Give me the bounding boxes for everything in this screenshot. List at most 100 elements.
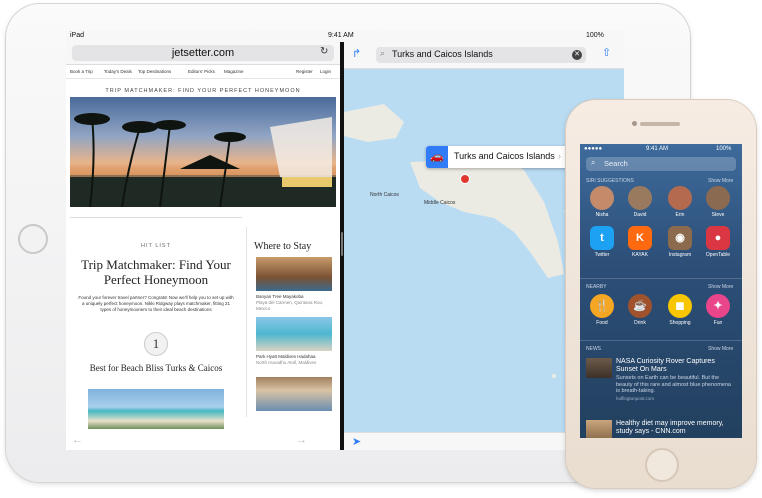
- nav-link[interactable]: Register: [296, 69, 313, 74]
- nearby-label: Shopping: [669, 320, 691, 326]
- split-view-handle[interactable]: [341, 232, 343, 256]
- maps-search-input[interactable]: ⌕ Turks and Caicos Islands ✕: [376, 47, 586, 63]
- signal-icon: ●●●●●: [584, 146, 603, 152]
- app-label: OpenTable: [705, 252, 731, 258]
- map-place-label: Middle Caicos: [424, 200, 456, 206]
- reload-icon[interactable]: ↻: [320, 46, 328, 57]
- news-header: NEWS: [586, 346, 601, 352]
- hotel-image[interactable]: [256, 317, 332, 351]
- news-description: Sunsets on Earth can be beautiful. But t…: [616, 375, 731, 394]
- show-more-button[interactable]: Show More: [708, 178, 733, 184]
- nav-link[interactable]: Today's Deals: [104, 69, 132, 74]
- app-label: KAYAK: [632, 252, 648, 258]
- iphone-home-button[interactable]: [645, 448, 679, 482]
- iphone-status-bar: ●●●●● 9:41 AM 100%: [580, 144, 742, 154]
- divider: [580, 340, 742, 341]
- nearby-header: NEARBY: [586, 284, 607, 290]
- maps-search-value: Turks and Caicos Islands: [392, 49, 493, 59]
- nav-link[interactable]: Top Destinations: [138, 69, 171, 74]
- directions-icon[interactable]: ↱: [352, 47, 361, 60]
- battery-percent: 100%: [716, 146, 732, 152]
- carousel-next-icon[interactable]: →: [296, 434, 307, 446]
- nav-link[interactable]: Login: [320, 69, 331, 74]
- app-opentable[interactable]: ● OpenTable: [702, 226, 734, 258]
- where-to-stay-column: Where to Stay Banyan Tree Mayakoba Playa…: [246, 217, 336, 417]
- contact-david[interactable]: David: [624, 186, 656, 218]
- location-arrow-icon[interactable]: ➤: [352, 435, 361, 448]
- search-icon: ⌕: [380, 48, 386, 58]
- battery-percent: 100%: [586, 32, 604, 39]
- safari-pane: ≡ jetsetter.com ↻ Book a Trip Today's De…: [66, 42, 340, 450]
- nearby-fun[interactable]: ✦ Fun: [702, 294, 734, 326]
- nav-link[interactable]: Magazine: [224, 69, 244, 74]
- hotel-image[interactable]: [256, 257, 332, 291]
- nearby-label: Fun: [713, 320, 723, 326]
- avatar: [706, 186, 730, 210]
- app-instagram[interactable]: ◉ Instagram: [664, 226, 696, 258]
- twitter-icon: t: [590, 226, 614, 250]
- contact-nisha[interactable]: Nisha: [586, 186, 618, 218]
- share-icon[interactable]: ⇧: [602, 46, 611, 59]
- nearby-label: Food: [596, 320, 608, 326]
- ticket-icon: ✦: [706, 294, 730, 318]
- nearby-shopping[interactable]: ◼ Shopping: [664, 294, 696, 326]
- search-placeholder: Search: [604, 159, 628, 168]
- divider: [580, 278, 742, 279]
- beach-image: [88, 389, 224, 429]
- url-field[interactable]: jetsetter.com: [72, 45, 334, 61]
- news-item[interactable]: Healthy diet may improve memory, study s…: [586, 420, 736, 438]
- contact-steve[interactable]: Steve: [702, 186, 734, 218]
- hero-image: [70, 97, 336, 207]
- page-banner: TRIP MATCHMAKER: FIND YOUR PERFECT HONEY…: [105, 88, 301, 94]
- ipad-home-button[interactable]: [18, 224, 48, 254]
- hotel-location: North Huvadhu Atoll, Maldives: [256, 360, 317, 365]
- callout-title: Turks and Caicos Islands: [454, 151, 555, 161]
- news-headline: NASA Curiosity Rover Captures Sunset On …: [616, 358, 715, 373]
- avatar: [628, 186, 652, 210]
- nav-link[interactable]: Editors' Picks: [188, 69, 215, 74]
- news-item[interactable]: NASA Curiosity Rover Captures Sunset On …: [586, 358, 736, 408]
- map-pin-icon[interactable]: [460, 174, 470, 184]
- status-time: 9:41 AM: [646, 146, 669, 152]
- app-label: Instagram: [668, 252, 692, 258]
- car-icon[interactable]: 🚗: [426, 146, 448, 168]
- map-place-label: North Caicos: [370, 192, 399, 198]
- contact-name: Steve: [711, 212, 725, 218]
- instagram-icon: ◉: [668, 226, 692, 250]
- nearby-food[interactable]: 🍴 Food: [586, 294, 618, 326]
- contact-name: Erin: [675, 212, 685, 218]
- search-icon: ⌕: [591, 158, 596, 167]
- app-kayak[interactable]: K KAYAK: [624, 226, 656, 258]
- hotel-name[interactable]: Banyan Tree Mayakoba: [256, 294, 332, 300]
- ipad-status-bar: iPad 9:41 AM 100%: [66, 30, 624, 42]
- list-item-heading: Best for Beach Bliss Turks & Caicos: [89, 363, 223, 373]
- spotlight-search-input[interactable]: ⌕ Search: [586, 157, 736, 171]
- contact-erin[interactable]: Erin: [664, 186, 696, 218]
- section-label: HIT LIST: [141, 243, 171, 249]
- article-body: Found your forever travel partner? Congr…: [78, 295, 234, 312]
- show-more-button[interactable]: Show More: [708, 284, 733, 290]
- article-title[interactable]: Trip Matchmaker: Find Your Perfect Honey…: [76, 257, 236, 287]
- nearby-label: Drink: [634, 320, 646, 326]
- show-more-button[interactable]: Show More: [708, 346, 733, 352]
- app-twitter[interactable]: t Twitter: [586, 226, 618, 258]
- hotel-name[interactable]: Park Hyatt Maldives Hadahaa: [256, 354, 332, 360]
- chevron-right-icon: ›: [558, 151, 561, 161]
- contact-name: David: [633, 212, 647, 218]
- url-text: jetsetter.com: [171, 47, 235, 59]
- news-thumbnail: [586, 358, 612, 378]
- nav-link[interactable]: Book a Trip: [70, 69, 93, 74]
- avatar: [590, 186, 614, 210]
- news-thumbnail: [586, 420, 612, 438]
- nearby-drink[interactable]: ☕ Drink: [624, 294, 656, 326]
- avatar: [668, 186, 692, 210]
- hotel-image[interactable]: [256, 377, 332, 411]
- speaker: [640, 122, 680, 126]
- carousel-prev-icon[interactable]: ←: [72, 434, 83, 446]
- map-callout[interactable]: 🚗 Turks and Caicos Islands ›: [426, 146, 568, 168]
- camera: [632, 121, 637, 126]
- contact-name: Nisha: [595, 212, 609, 218]
- article-column: HIT LIST Trip Matchmaker: Find Your Perf…: [70, 217, 242, 429]
- clear-icon[interactable]: ✕: [572, 50, 582, 60]
- list-number: 1: [144, 332, 168, 356]
